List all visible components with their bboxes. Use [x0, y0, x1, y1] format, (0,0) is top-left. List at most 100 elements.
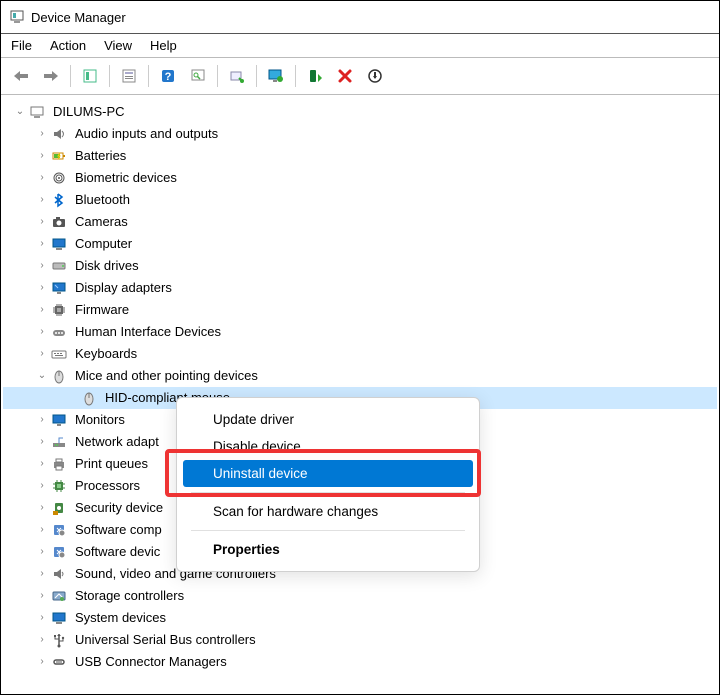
separator: [109, 65, 110, 87]
computer-icon: [50, 235, 68, 253]
tree-item[interactable]: ›Storage controllers: [3, 585, 717, 607]
menu-item-scan-for-hardware-changes[interactable]: Scan for hardware changes: [183, 498, 473, 525]
menu-separator: [191, 492, 465, 493]
tree-item[interactable]: › Display adapters: [3, 277, 717, 299]
tree-item[interactable]: ›System devices: [3, 607, 717, 629]
tree-item-label: Firmware: [73, 299, 131, 321]
tree-item-label: Monitors: [73, 409, 127, 431]
expand-icon[interactable]: ›: [35, 501, 49, 515]
monitor-icon: [50, 411, 68, 429]
computer-icon: [28, 103, 46, 121]
tree-root[interactable]: ⌄ DILUMS-PC: [3, 101, 717, 123]
menu-help[interactable]: Help: [150, 38, 177, 53]
tree-item-label: Print queues: [73, 453, 150, 475]
separator: [295, 65, 296, 87]
separator: [217, 65, 218, 87]
back-button[interactable]: [7, 63, 35, 89]
enable-device-button[interactable]: [301, 63, 329, 89]
network-icon: [50, 433, 68, 451]
tree-item[interactable]: › Bluetooth: [3, 189, 717, 211]
menu-item-update-driver[interactable]: Update driver: [183, 406, 473, 433]
help-button[interactable]: ?: [154, 63, 182, 89]
tree-item[interactable]: ›Batteries: [3, 145, 717, 167]
update-driver-button[interactable]: [223, 63, 251, 89]
device-tree: ⌄ DILUMS-PC › Audio inputs and outputs›Ba…: [1, 95, 719, 679]
menu-item-disable-device[interactable]: Disable device: [183, 433, 473, 460]
display-icon: [50, 279, 68, 297]
tree-item[interactable]: ›Disk drives: [3, 255, 717, 277]
forward-button[interactable]: [37, 63, 65, 89]
tree-item[interactable]: › USB Connector Managers: [3, 651, 717, 673]
tree-item-label: Universal Serial Bus controllers: [73, 629, 258, 651]
properties-button[interactable]: [115, 63, 143, 89]
expand-icon[interactable]: ›: [35, 567, 49, 581]
menu-item-properties[interactable]: Properties: [183, 536, 473, 563]
tree-item-label: Audio inputs and outputs: [73, 123, 220, 145]
tree-item-label: Computer: [73, 233, 134, 255]
tree-item[interactable]: ⌄Mice and other pointing devices: [3, 365, 717, 387]
show-hide-tree-button[interactable]: [76, 63, 104, 89]
tree-item[interactable]: › Biometric devices: [3, 167, 717, 189]
sound-icon: [50, 565, 68, 583]
expand-icon[interactable]: ›: [35, 457, 49, 471]
menu-file[interactable]: File: [11, 38, 32, 53]
expand-icon[interactable]: ›: [35, 127, 49, 141]
tree-item[interactable]: › Audio inputs and outputs: [3, 123, 717, 145]
expand-icon[interactable]: ›: [35, 237, 49, 251]
hid-icon: [50, 323, 68, 341]
uninstall-device-button[interactable]: [331, 63, 359, 89]
expand-icon[interactable]: ›: [35, 633, 49, 647]
tree-item[interactable]: › Universal Serial Bus controllers: [3, 629, 717, 651]
expand-icon[interactable]: ›: [35, 347, 49, 361]
expand-icon[interactable]: ›: [35, 523, 49, 537]
separator: [70, 65, 71, 87]
bluetooth-icon: [50, 191, 68, 209]
tree-item[interactable]: › Computer: [3, 233, 717, 255]
tree-item-label: Biometric devices: [73, 167, 179, 189]
expand-icon[interactable]: ›: [35, 611, 49, 625]
context-menu: Update driverDisable deviceUninstall dev…: [176, 397, 480, 572]
keyboard-icon: [50, 345, 68, 363]
expand-icon[interactable]: ›: [35, 655, 49, 669]
system-icon: [50, 609, 68, 627]
tree-item-label: USB Connector Managers: [73, 651, 229, 673]
tree-item[interactable]: › Firmware: [3, 299, 717, 321]
disable-device-button[interactable]: [361, 63, 389, 89]
separator: [256, 65, 257, 87]
tree-item-label: Processors: [73, 475, 142, 497]
tree-item-label: Display adapters: [73, 277, 174, 299]
cpu-icon: [50, 477, 68, 495]
expand-icon[interactable]: ›: [35, 193, 49, 207]
scan-button[interactable]: [184, 63, 212, 89]
menu-action[interactable]: Action: [50, 38, 86, 53]
tree-item[interactable]: ›Human Interface Devices: [3, 321, 717, 343]
software-icon: [50, 521, 68, 539]
expand-icon[interactable]: ›: [35, 479, 49, 493]
tree-item[interactable]: ›Cameras: [3, 211, 717, 233]
menu-separator: [191, 530, 465, 531]
expand-icon[interactable]: ⌄: [35, 369, 49, 383]
mouse-icon: [50, 367, 68, 385]
expand-icon[interactable]: ›: [35, 171, 49, 185]
collapse-icon[interactable]: ⌄: [13, 105, 27, 119]
expand-icon[interactable]: ›: [35, 589, 49, 603]
expand-icon[interactable]: ›: [35, 149, 49, 163]
expand-icon[interactable]: ›: [35, 545, 49, 559]
monitor-refresh-button[interactable]: [262, 63, 290, 89]
expand-icon[interactable]: ›: [35, 303, 49, 317]
camera-icon: [50, 213, 68, 231]
usb-c-icon: [50, 653, 68, 671]
titlebar: Device Manager: [1, 1, 719, 34]
expand-icon[interactable]: ›: [35, 215, 49, 229]
expand-icon[interactable]: ›: [35, 435, 49, 449]
mouse-icon: [80, 389, 98, 407]
expand-icon[interactable]: ›: [35, 325, 49, 339]
tree-item[interactable]: ›Keyboards: [3, 343, 717, 365]
menu-item-uninstall-device[interactable]: Uninstall device: [183, 460, 473, 487]
tree-item-label: Bluetooth: [73, 189, 132, 211]
expand-icon[interactable]: ›: [35, 413, 49, 427]
menu-view[interactable]: View: [104, 38, 132, 53]
fingerprint-icon: [50, 169, 68, 187]
expand-icon[interactable]: ›: [35, 281, 49, 295]
expand-icon[interactable]: ›: [35, 259, 49, 273]
